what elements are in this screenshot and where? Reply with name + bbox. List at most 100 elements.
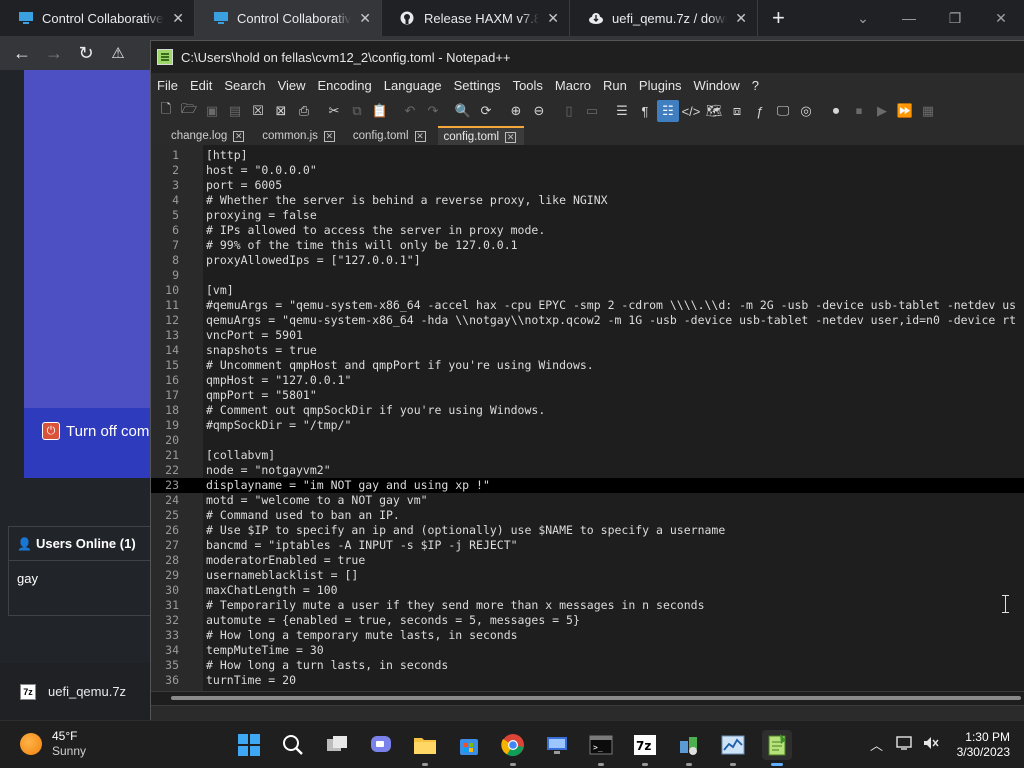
code-line[interactable]: 28 moderatorEnabled = true <box>151 553 1024 568</box>
menu-window[interactable]: Window <box>688 78 746 93</box>
display-icon[interactable] <box>896 735 914 754</box>
code-line[interactable]: 23 displayname = "im NOT gay and using xp… <box>151 478 1024 493</box>
close-file-icon[interactable]: ☒ <box>247 100 269 122</box>
browser-tab-2[interactable]: Control Collaborative V ✕ <box>195 0 382 36</box>
new-file-icon[interactable]: 🗋 <box>155 100 177 122</box>
code-line[interactable]: 34 tempMuteTime = 30 <box>151 643 1024 658</box>
chevron-up-icon[interactable]: ︿ <box>870 735 883 754</box>
save-icon[interactable]: ▣ <box>201 100 223 122</box>
notepadpp-taskbar-icon[interactable] <box>762 730 792 766</box>
code-line[interactable]: 35 # How long a turn lasts, in seconds <box>151 658 1024 673</box>
show-all-chars-icon[interactable]: ¶ <box>634 100 656 122</box>
close-all-icon[interactable]: ⊠ <box>270 100 292 122</box>
horizontal-scrollbar[interactable] <box>151 691 1024 705</box>
back-button[interactable]: ← <box>6 37 38 69</box>
code-line[interactable]: 26 # Use $IP to specify an ip and (option… <box>151 523 1024 538</box>
new-tab-button[interactable]: + <box>758 5 799 31</box>
close-icon[interactable]: ✕ <box>735 10 747 27</box>
code-line[interactable]: 21 [collabvm] <box>151 448 1024 463</box>
code-line[interactable]: 18 # Comment out qmpSockDir if you're usi… <box>151 403 1024 418</box>
store-icon[interactable] <box>454 730 484 760</box>
code-line[interactable]: 33 # How long a temporary mute lasts, in … <box>151 628 1024 643</box>
code-line[interactable]: 24 motd = "welcome to a NOT gay vm" <box>151 493 1024 508</box>
chrome-icon[interactable] <box>498 730 528 766</box>
record-macro-icon[interactable]: ⏺ <box>825 100 847 122</box>
turn-off-button[interactable]: ⏻ Turn off com <box>42 422 149 440</box>
7zip-icon[interactable]: 7z <box>630 730 660 766</box>
code-line[interactable]: 31 # Temporarily mute a user if they send… <box>151 598 1024 613</box>
close-icon[interactable]: ✕ <box>172 10 184 27</box>
file-tab-config-toml-active[interactable]: config.toml ✕ <box>437 126 525 146</box>
chevron-down-icon[interactable]: ⌄ <box>840 0 886 36</box>
browser-tab-3[interactable]: Release HAXM v7.8.0 · ✕ <box>382 0 570 36</box>
zoom-in-icon[interactable]: ⊕ <box>505 100 527 122</box>
code-line[interactable]: 7 # 99% of the time this will only be 127… <box>151 238 1024 253</box>
remote-desktop-icon[interactable] <box>542 730 572 760</box>
menu-help[interactable]: ? <box>746 78 765 93</box>
code-line[interactable]: 19 #qmpSockDir = "/tmp/" <box>151 418 1024 433</box>
file-tab-change-log[interactable]: change.log ✕ <box>165 126 252 146</box>
code-line[interactable]: 36 turnTime = 20 <box>151 673 1024 688</box>
warning-icon[interactable]: ⚠ <box>102 37 134 69</box>
copy-icon[interactable]: ⧉ <box>346 100 368 122</box>
cut-icon[interactable]: ✂ <box>323 100 345 122</box>
sync-horizontal-icon[interactable]: ▭ <box>581 100 603 122</box>
close-icon[interactable]: ✕ <box>323 130 335 142</box>
start-button[interactable] <box>234 730 264 760</box>
forward-button[interactable]: → <box>38 37 70 69</box>
menu-plugins[interactable]: Plugins <box>633 78 688 93</box>
close-icon[interactable]: ✕ <box>414 130 426 142</box>
code-icon[interactable]: </> <box>680 100 702 122</box>
close-icon[interactable]: ✕ <box>359 10 371 27</box>
reload-button[interactable]: ↻ <box>70 37 102 69</box>
menu-file[interactable]: File <box>151 78 184 93</box>
scrollbar-thumb[interactable] <box>171 696 1021 700</box>
code-line[interactable]: 9 <box>151 268 1024 283</box>
file-tab-common-js[interactable]: common.js ✕ <box>256 126 343 146</box>
menu-settings[interactable]: Settings <box>448 78 507 93</box>
code-line[interactable]: 3 port = 6005 <box>151 178 1024 193</box>
menu-view[interactable]: View <box>272 78 312 93</box>
replace-icon[interactable]: ⟳ <box>475 100 497 122</box>
monitoring-icon[interactable]: 🖵 <box>772 100 794 122</box>
folder-workspace-icon[interactable]: ◎ <box>795 100 817 122</box>
code-line[interactable]: 15 # Uncomment qmpHost and qmpPort if you… <box>151 358 1024 373</box>
teams-chat-icon[interactable] <box>366 730 396 760</box>
code-line[interactable]: 12 qemuArgs = "qemu-system-x86_64 -hda \\… <box>151 313 1024 328</box>
code-line[interactable]: 1 [http] <box>151 148 1024 163</box>
play-macro-icon[interactable]: ▶ <box>871 100 893 122</box>
code-line[interactable]: 2 host = "0.0.0.0" <box>151 163 1024 178</box>
close-icon[interactable]: ✕ <box>547 10 559 27</box>
code-line[interactable]: 25 # Command used to ban an IP. <box>151 508 1024 523</box>
menu-macro[interactable]: Macro <box>549 78 597 93</box>
code-line[interactable]: 22 node = "notgayvm2" <box>151 463 1024 478</box>
code-line[interactable]: 4 # Whether the server is behind a revers… <box>151 193 1024 208</box>
browser-tab-4[interactable]: uefi_qemu.7z / downlo ✕ <box>570 0 758 36</box>
document-map-icon[interactable]: 🗺 <box>703 100 725 122</box>
code-line[interactable]: 20 <box>151 433 1024 448</box>
save-all-icon[interactable]: ▤ <box>224 100 246 122</box>
volume-muted-icon[interactable] <box>922 735 940 754</box>
code-line[interactable]: 16 qmpHost = "127.0.0.1" <box>151 373 1024 388</box>
undo-icon[interactable]: ↶ <box>399 100 421 122</box>
system-clock[interactable]: 1:30 PM 3/30/2023 <box>946 730 1010 760</box>
zoom-out-icon[interactable]: ⊖ <box>528 100 550 122</box>
search-icon[interactable] <box>278 730 308 760</box>
performance-monitor-icon[interactable] <box>718 730 748 766</box>
weather-widget[interactable]: 45°F Sunny <box>20 729 86 759</box>
code-line[interactable]: 17 qmpPort = "5801" <box>151 388 1024 403</box>
terminal-icon[interactable]: >_ <box>586 730 616 766</box>
code-editor[interactable]: 1 [http] 2 host = "0.0.0.0" 3 port = 6005 4 # W… <box>151 145 1024 691</box>
code-line[interactable]: 27 bancmd = "iptables -A INPUT -s $IP -j … <box>151 538 1024 553</box>
code-line[interactable]: 8 proxyAllowedIps = ["127.0.0.1"] <box>151 253 1024 268</box>
stop-macro-icon[interactable]: ⏹ <box>848 100 870 122</box>
minimize-button[interactable]: — <box>886 0 932 36</box>
code-line[interactable]: 10 [vm] <box>151 283 1024 298</box>
task-view-icon[interactable] <box>322 730 352 760</box>
code-line[interactable]: 5 proxying = false <box>151 208 1024 223</box>
indent-guide-icon[interactable]: ☷ <box>657 100 679 122</box>
code-line[interactable]: 29 usernameblacklist = [] <box>151 568 1024 583</box>
menu-language[interactable]: Language <box>378 78 448 93</box>
browser-tab-1[interactable]: Control Collaborative V ✕ <box>0 0 195 36</box>
download-file-name[interactable]: uefi_qemu.7z <box>48 684 126 699</box>
